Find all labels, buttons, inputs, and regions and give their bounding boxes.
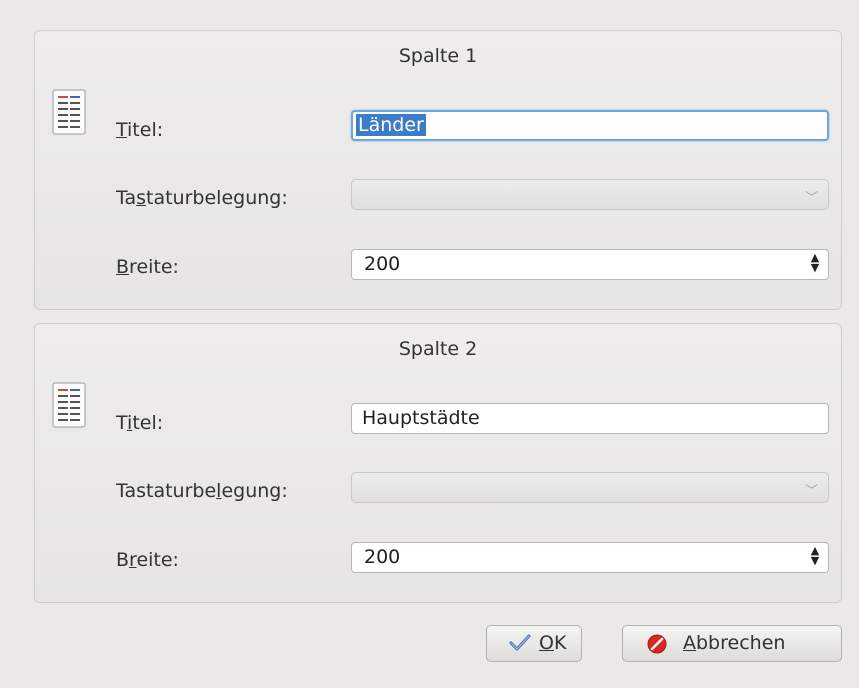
checkmark-icon — [509, 634, 531, 651]
keyboard-layout-combo[interactable]: ﹀ — [351, 179, 829, 210]
chevron-down-icon: ﹀ — [804, 484, 818, 499]
title-input[interactable]: Länder — [351, 110, 829, 141]
document-list-icon — [52, 89, 86, 135]
column-1-title: Spalte 1 — [398, 45, 478, 67]
cancel-icon — [647, 634, 667, 654]
keyboard-layout-label: Tastaturbelegung: — [116, 187, 288, 209]
title-label: Titel: — [116, 412, 164, 434]
document-list-icon — [52, 382, 86, 428]
ok-button[interactable]: OK — [486, 625, 582, 662]
cancel-button[interactable]: Abbrechen — [622, 625, 842, 662]
cancel-label: Abbrechen — [683, 632, 786, 654]
width-label: Breite: — [116, 549, 179, 571]
width-spinbox[interactable]: 200 ▲ ▼ — [351, 542, 829, 573]
title-label: Titel: — [116, 119, 164, 141]
column-1-group: Spalte 1 Titel: Länder Tastaturbelegung:… — [34, 30, 842, 310]
column-2-title: Spalte 2 — [398, 338, 478, 360]
keyboard-layout-label: Tastaturbelegung: — [116, 480, 288, 502]
chevron-down-icon: ﹀ — [804, 191, 818, 206]
ok-label: OK — [539, 632, 567, 654]
column-2-group: Spalte 2 Titel: Hauptstädte Tastaturbele… — [34, 323, 842, 603]
width-spinbox[interactable]: 200 ▲ ▼ — [351, 249, 829, 280]
spin-arrows-icon[interactable]: ▲ ▼ — [809, 545, 821, 568]
width-label: Breite: — [116, 256, 179, 278]
title-input[interactable]: Hauptstädte — [351, 403, 829, 434]
keyboard-layout-combo[interactable]: ﹀ — [351, 472, 829, 503]
spin-arrows-icon[interactable]: ▲ ▼ — [809, 252, 821, 275]
